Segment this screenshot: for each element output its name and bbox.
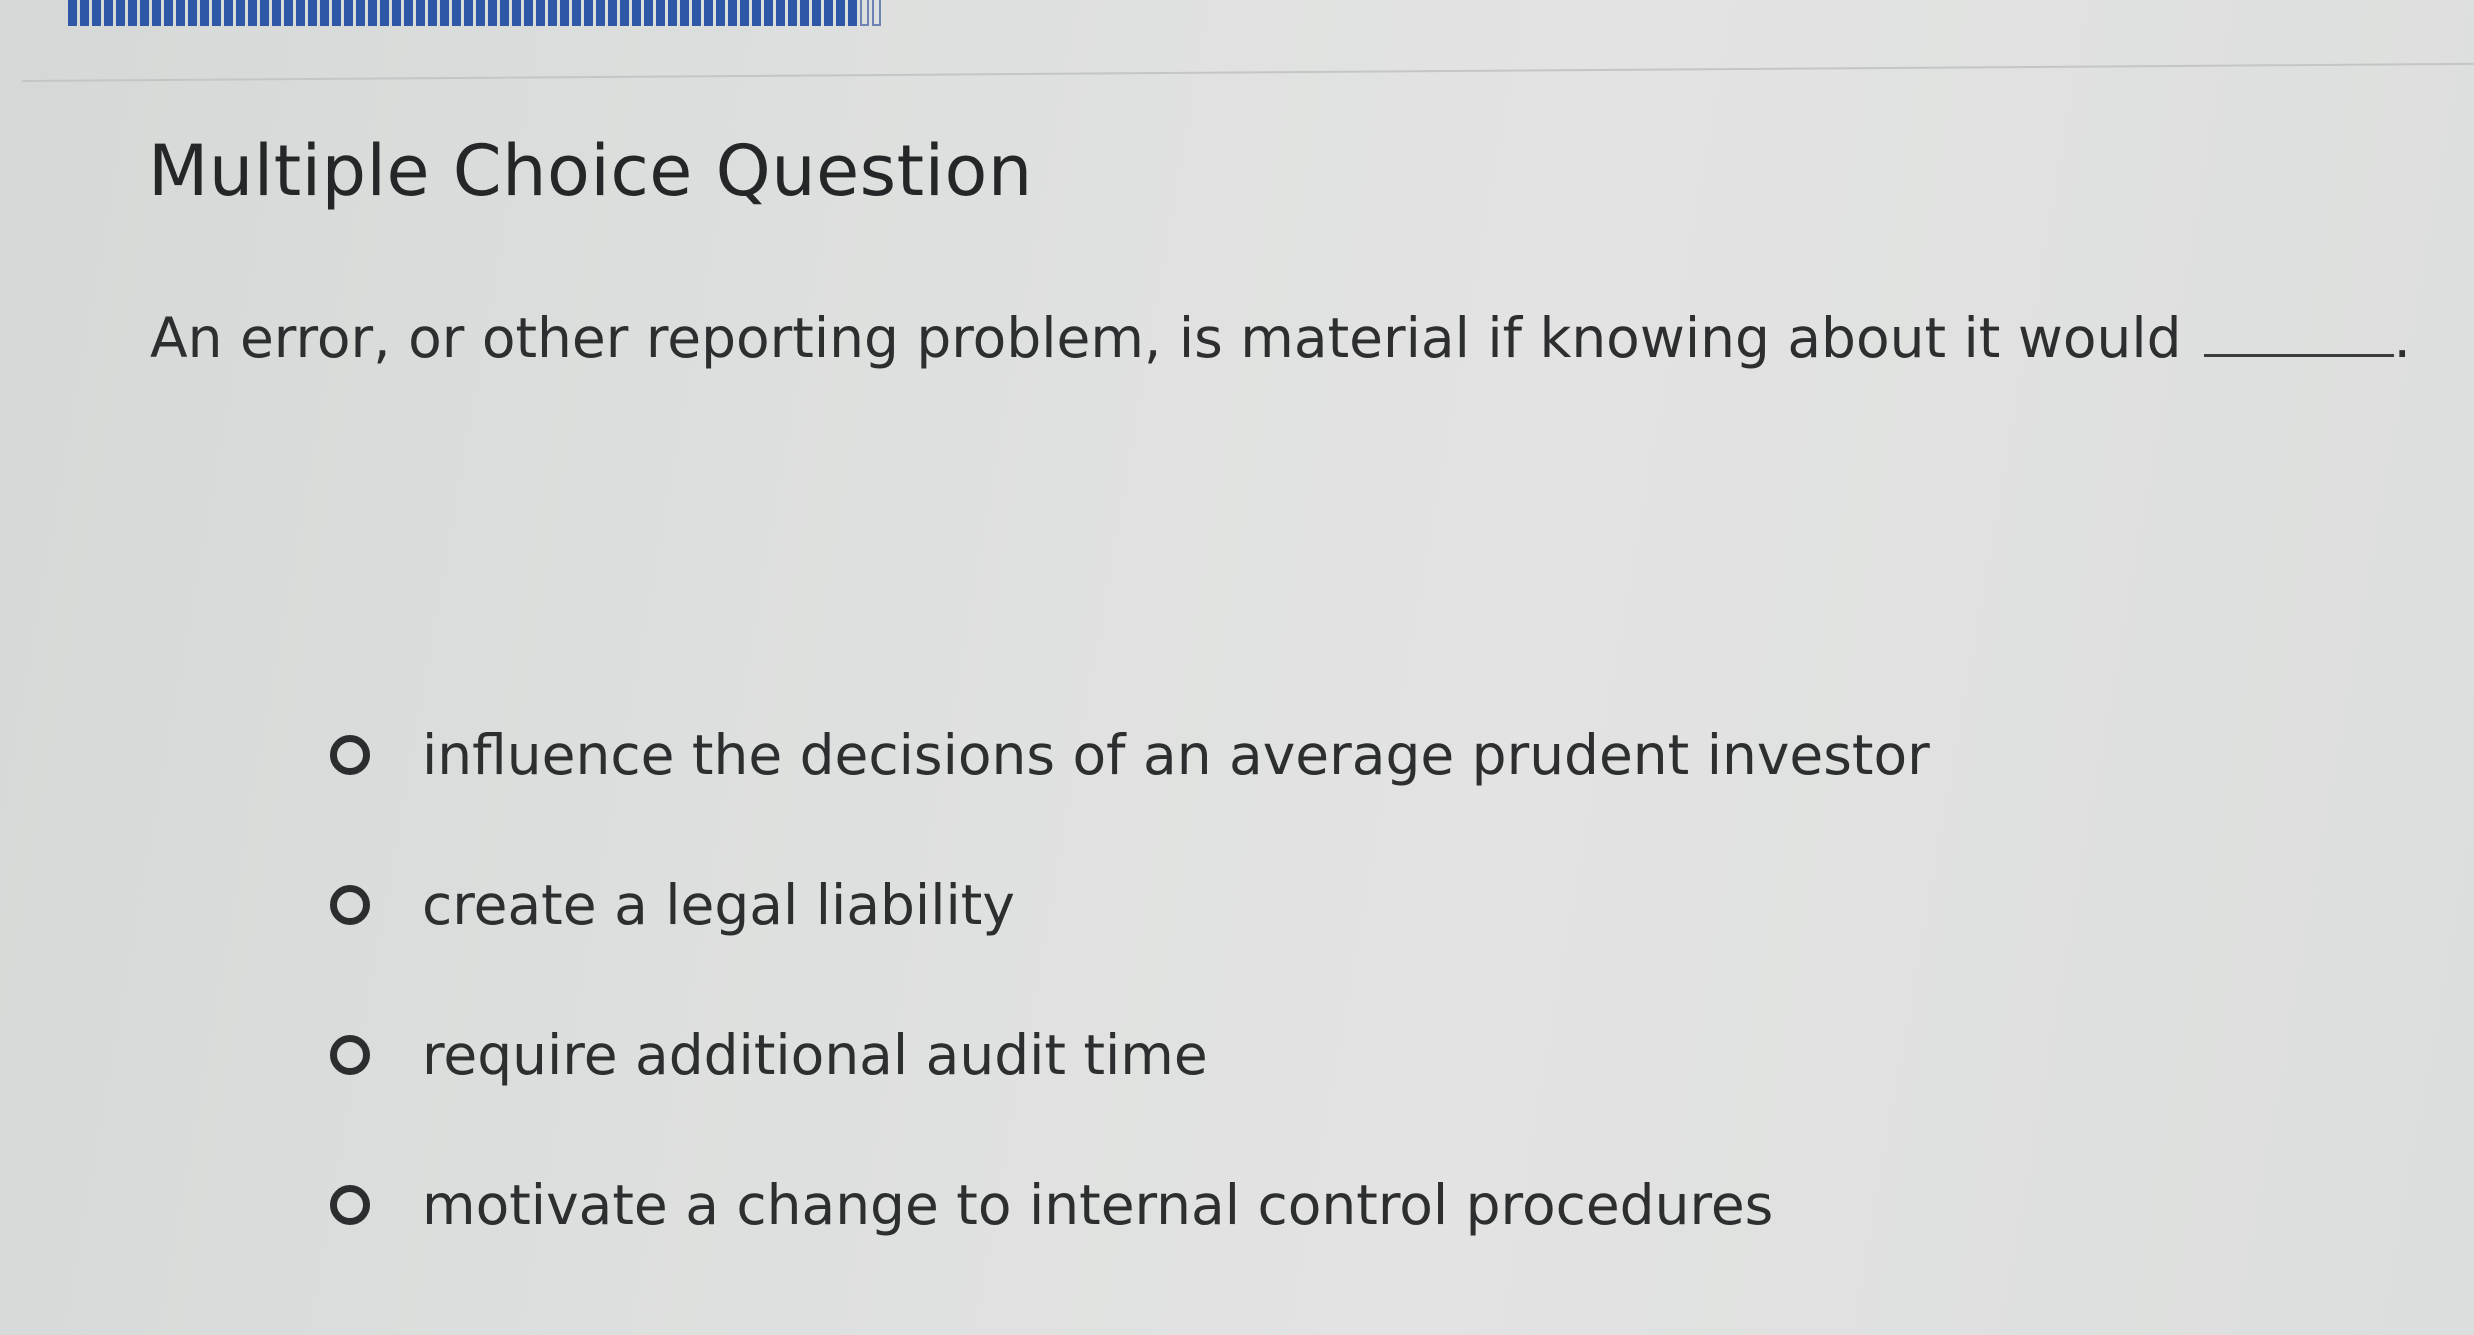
progress-tick xyxy=(740,0,749,26)
progress-tick xyxy=(524,0,533,26)
progress-tick xyxy=(728,0,737,26)
answer-option-3[interactable]: require additional audit time xyxy=(330,980,2230,1130)
progress-tick xyxy=(632,0,641,26)
progress-tick xyxy=(452,0,461,26)
radio-button-icon[interactable] xyxy=(330,1035,370,1075)
progress-tick xyxy=(836,0,845,26)
progress-tick xyxy=(776,0,785,26)
progress-tick xyxy=(368,0,377,26)
progress-tick xyxy=(260,0,269,26)
progress-tick xyxy=(656,0,665,26)
progress-tick xyxy=(164,0,173,26)
progress-tick xyxy=(104,0,113,26)
header-divider xyxy=(21,62,2474,82)
progress-tick xyxy=(596,0,605,26)
progress-tick xyxy=(608,0,617,26)
page-title: Multiple Choice Question xyxy=(148,130,1033,212)
question-text-row: An error, or other reporting problem, is… xyxy=(150,306,2411,370)
progress-tick xyxy=(92,0,101,26)
progress-tick xyxy=(488,0,497,26)
answer-option-1[interactable]: influence the decisions of an average pr… xyxy=(330,680,2230,830)
answer-option-label: create a legal liability xyxy=(422,873,1015,937)
progress-tick xyxy=(200,0,209,26)
progress-tick xyxy=(320,0,329,26)
progress-tick xyxy=(860,0,869,26)
progress-strip xyxy=(68,0,908,26)
progress-tick xyxy=(512,0,521,26)
progress-tick xyxy=(872,0,881,26)
progress-tick xyxy=(464,0,473,26)
progress-tick xyxy=(848,0,857,26)
answer-options: influence the decisions of an average pr… xyxy=(330,680,2230,1280)
progress-tick xyxy=(308,0,317,26)
progress-tick xyxy=(704,0,713,26)
progress-tick xyxy=(224,0,233,26)
answer-option-label: require additional audit time xyxy=(422,1023,1208,1087)
question-text: An error, or other reporting problem, is… xyxy=(150,306,2182,370)
question-end-punctuation: . xyxy=(2393,306,2412,370)
progress-tick xyxy=(128,0,137,26)
progress-tick xyxy=(344,0,353,26)
progress-tick xyxy=(236,0,245,26)
progress-tick xyxy=(272,0,281,26)
progress-tick xyxy=(68,0,77,26)
progress-tick xyxy=(584,0,593,26)
progress-tick xyxy=(380,0,389,26)
answer-option-label: motivate a change to internal control pr… xyxy=(422,1173,1774,1237)
radio-button-icon[interactable] xyxy=(330,885,370,925)
question-page: Multiple Choice Question An error, or ot… xyxy=(0,0,2474,1335)
radio-button-icon[interactable] xyxy=(330,735,370,775)
answer-option-4[interactable]: motivate a change to internal control pr… xyxy=(330,1130,2230,1280)
progress-tick xyxy=(692,0,701,26)
progress-tick xyxy=(680,0,689,26)
progress-tick xyxy=(824,0,833,26)
answer-blank xyxy=(2203,353,2394,357)
progress-tick xyxy=(248,0,257,26)
progress-tick xyxy=(284,0,293,26)
radio-button-icon[interactable] xyxy=(330,1185,370,1225)
progress-tick xyxy=(416,0,425,26)
progress-tick xyxy=(176,0,185,26)
progress-tick xyxy=(548,0,557,26)
progress-tick xyxy=(140,0,149,26)
progress-tick xyxy=(800,0,809,26)
progress-tick xyxy=(620,0,629,26)
progress-tick xyxy=(440,0,449,26)
progress-tick xyxy=(752,0,761,26)
progress-tick xyxy=(764,0,773,26)
progress-tick xyxy=(356,0,365,26)
progress-tick xyxy=(188,0,197,26)
progress-tick xyxy=(536,0,545,26)
progress-tick xyxy=(332,0,341,26)
progress-tick xyxy=(644,0,653,26)
progress-tick xyxy=(716,0,725,26)
progress-tick xyxy=(80,0,89,26)
progress-tick xyxy=(476,0,485,26)
progress-tick xyxy=(500,0,509,26)
progress-tick xyxy=(428,0,437,26)
progress-tick xyxy=(812,0,821,26)
progress-tick xyxy=(296,0,305,26)
progress-tick xyxy=(404,0,413,26)
progress-tick xyxy=(788,0,797,26)
progress-tick xyxy=(572,0,581,26)
progress-tick xyxy=(116,0,125,26)
progress-tick xyxy=(668,0,677,26)
progress-tick xyxy=(560,0,569,26)
answer-option-label: influence the decisions of an average pr… xyxy=(422,723,1930,787)
progress-tick xyxy=(212,0,221,26)
progress-tick xyxy=(392,0,401,26)
answer-option-2[interactable]: create a legal liability xyxy=(330,830,2230,980)
progress-tick xyxy=(152,0,161,26)
